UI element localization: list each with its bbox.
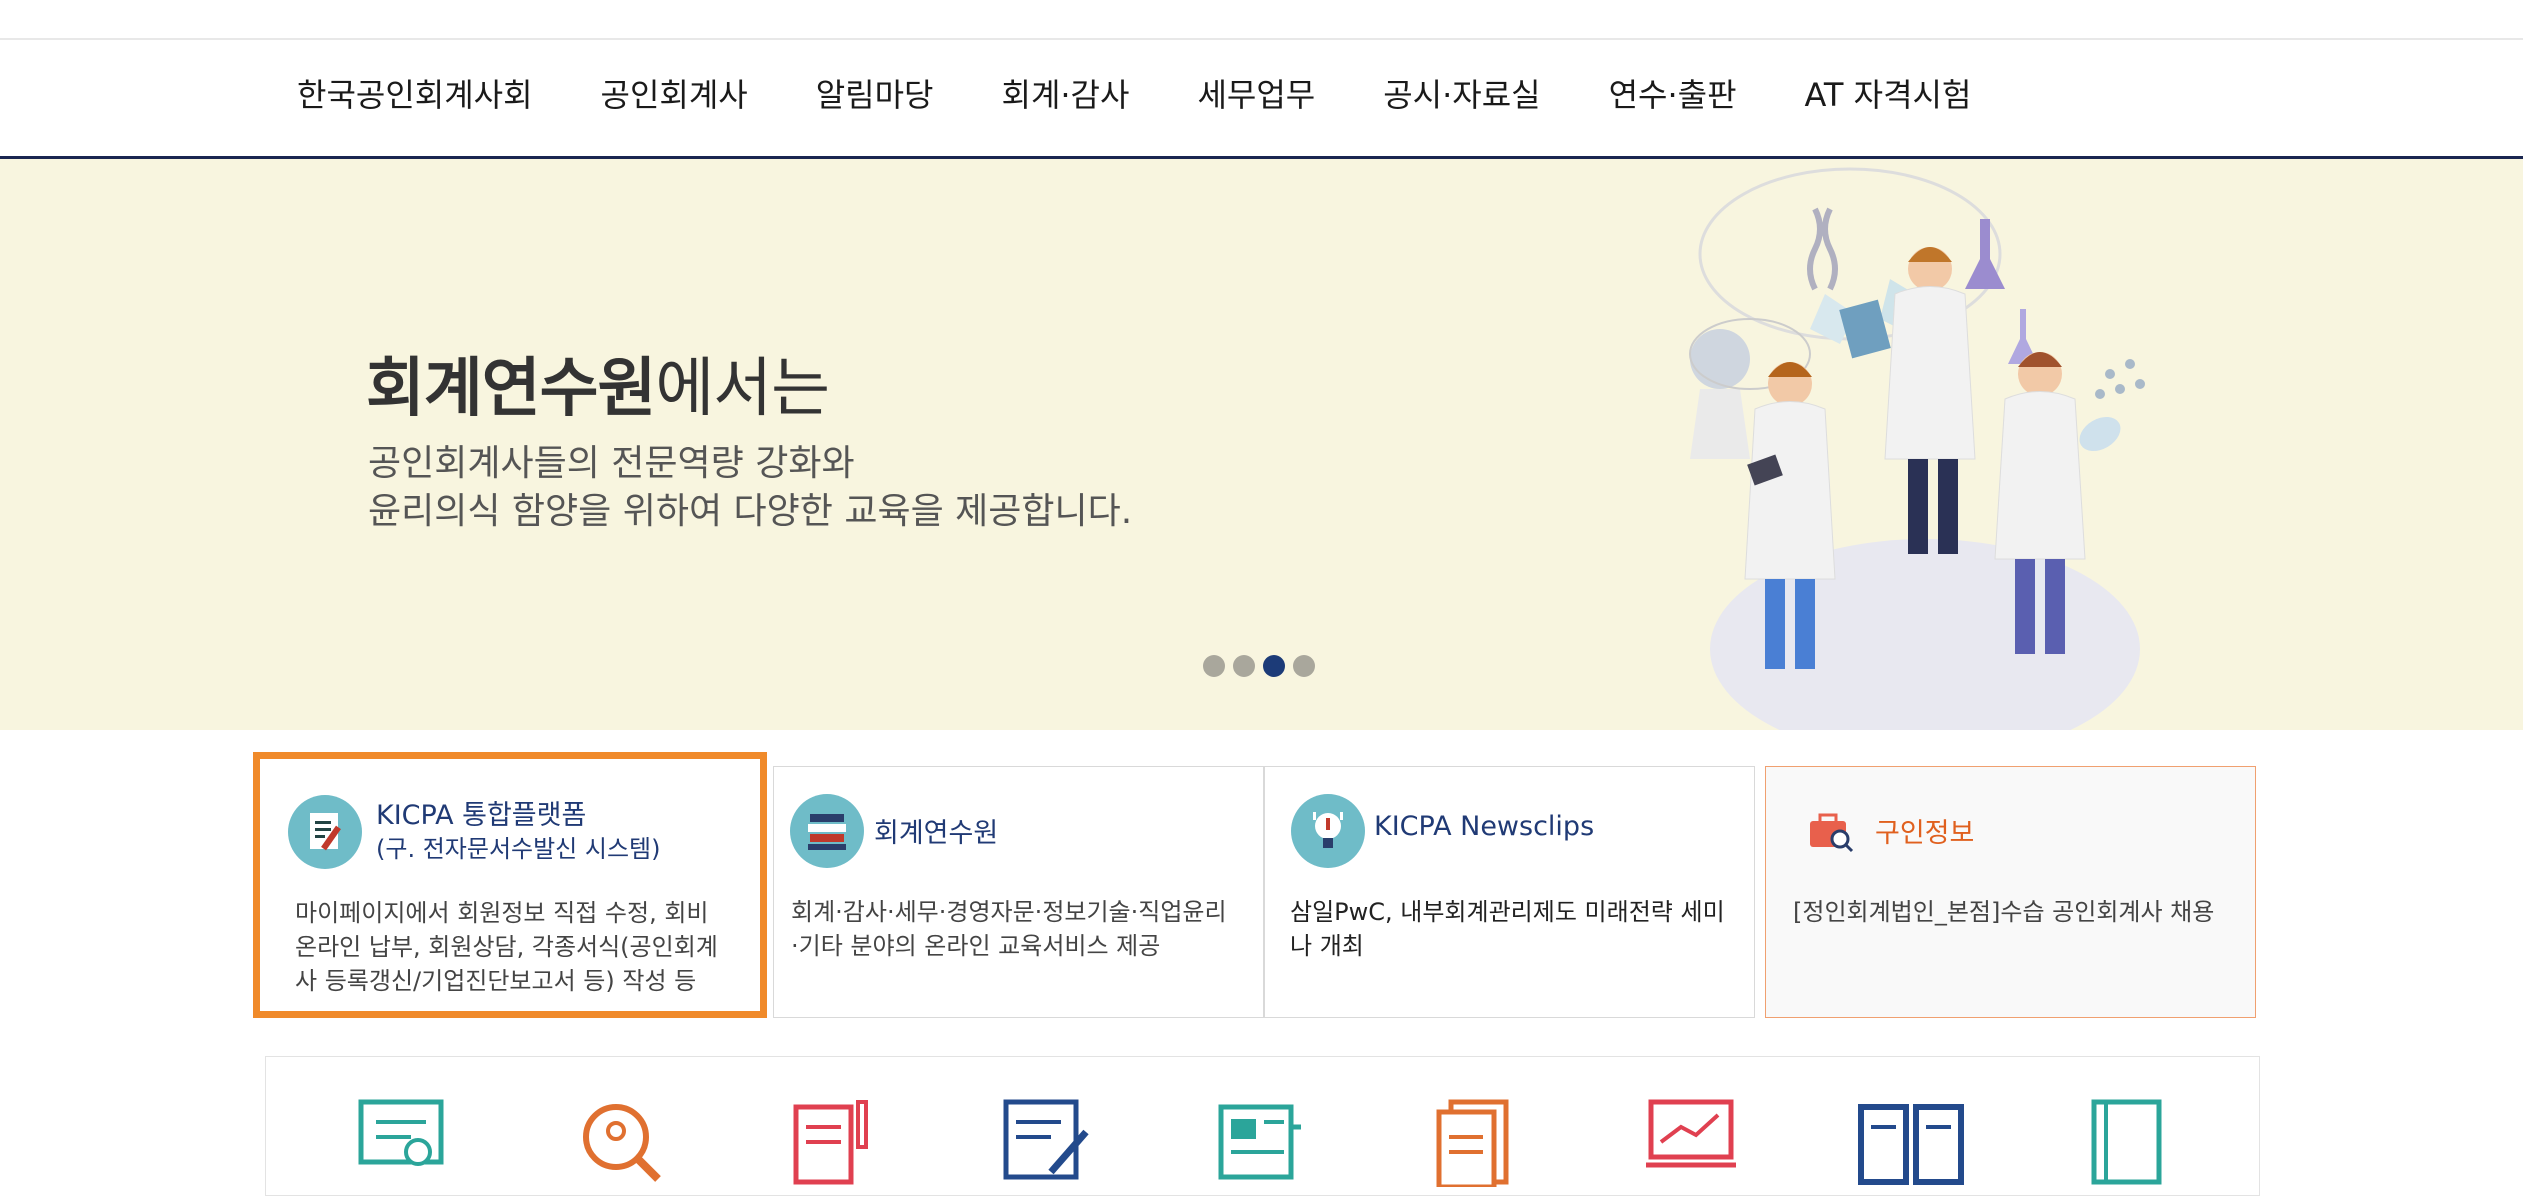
nav-item-accounting-audit[interactable]: 회계·감사 bbox=[1002, 70, 1130, 116]
document-pen-icon[interactable] bbox=[786, 1097, 876, 1197]
card-kicpa-platform[interactable]: KICPA 통합플랫폼 (구. 전자문서수발신 시스템) 마이페이지에서 회원정… bbox=[253, 752, 767, 1018]
card-title: 구인정보 bbox=[1875, 818, 1975, 849]
newspaper-icon[interactable] bbox=[1216, 1097, 1306, 1197]
hero-title-bold: 회계연수원 bbox=[366, 352, 656, 426]
documents-icon[interactable] bbox=[1431, 1097, 1521, 1197]
card-training-institute[interactable]: 회계연수원 회계·감사·세무·경영자문·정보기술·직업윤리·기타 분야의 온라인… bbox=[773, 766, 1264, 1018]
card-newsclips[interactable]: KICPA Newsclips 삼일PwC, 내부회계관리제도 미래전략 세미나… bbox=[1264, 766, 1755, 1018]
nav-item-notice[interactable]: 알림마당 bbox=[816, 70, 934, 116]
slide-dot-2[interactable] bbox=[1233, 655, 1255, 677]
books-icon bbox=[790, 794, 864, 868]
nav-item-kicpa[interactable]: 한국공인회계사회 bbox=[297, 70, 533, 116]
document-pen-icon bbox=[288, 795, 362, 869]
slide-dot-3[interactable] bbox=[1263, 655, 1285, 677]
hero-title: 회계연수원에서는 bbox=[366, 337, 830, 429]
card-description: 회계·감사·세무·경영자문·정보기술·직업윤리·기타 분야의 온라인 교육서비스… bbox=[791, 898, 1227, 960]
book-icon[interactable] bbox=[2084, 1097, 2174, 1197]
monitor-chart-icon[interactable] bbox=[1646, 1097, 1736, 1197]
card-job-info[interactable]: 구인정보 [정인회계법인_본점]수습 공인회계사 채용 bbox=[1765, 766, 2256, 1018]
card-title: 회계연수원 bbox=[874, 818, 999, 849]
nav-item-tax[interactable]: 세무업무 bbox=[1197, 70, 1315, 116]
nav-item-disclosure[interactable]: 공시·자료실 bbox=[1383, 70, 1540, 116]
certificate-icon[interactable] bbox=[356, 1097, 446, 1197]
notepad-pen-icon[interactable] bbox=[1001, 1097, 1091, 1197]
hero-title-light: 에서는 bbox=[655, 352, 830, 426]
card-title: KICPA Newsclips bbox=[1374, 811, 1595, 842]
lightbulb-icon bbox=[1291, 794, 1365, 868]
briefcase-search-icon bbox=[1806, 807, 1856, 857]
card-subtitle: (구. 전자문서수발신 시스템) bbox=[376, 835, 661, 863]
slide-dot-1[interactable] bbox=[1203, 655, 1225, 677]
hero-text-line1: 공인회계사들의 전문역량 강화와 bbox=[368, 443, 855, 484]
scientists-illustration bbox=[1689, 167, 2145, 730]
slider-pagination bbox=[1203, 655, 1315, 677]
quick-menu-bar bbox=[265, 1056, 2260, 1196]
global-nav: 한국공인회계사회 공인회계사 알림마당 회계·감사 세무업무 공시·자료실 연수… bbox=[0, 40, 2523, 159]
card-description: 마이페이지에서 회원정보 직접 수정, 회비 온라인 납부, 회원상담, 각종서… bbox=[295, 899, 718, 995]
open-book-icon[interactable] bbox=[1856, 1097, 1964, 1197]
nav-item-at-exam[interactable]: AT 자격시험 bbox=[1805, 70, 1972, 116]
nav-item-training[interactable]: 연수·출판 bbox=[1609, 70, 1737, 116]
hero-text-line2: 윤리의식 함양을 위하여 다양한 교육을 제공합니다. bbox=[368, 491, 1133, 532]
card-description: 삼일PwC, 내부회계관리제도 미래전략 세미나 개최 bbox=[1290, 898, 1725, 960]
card-title: KICPA 통합플랫폼 bbox=[376, 800, 587, 831]
nav-item-cpa[interactable]: 공인회계사 bbox=[601, 70, 748, 116]
card-description: [정인회계법인_본점]수습 공인회계사 채용 bbox=[1793, 898, 2215, 926]
slide-dot-4[interactable] bbox=[1293, 655, 1315, 677]
hero-banner: 회계연수원에서는 공인회계사들의 전문역량 강화와 윤리의식 함양을 위하여 다… bbox=[0, 159, 2523, 730]
search-person-icon[interactable] bbox=[576, 1097, 666, 1197]
